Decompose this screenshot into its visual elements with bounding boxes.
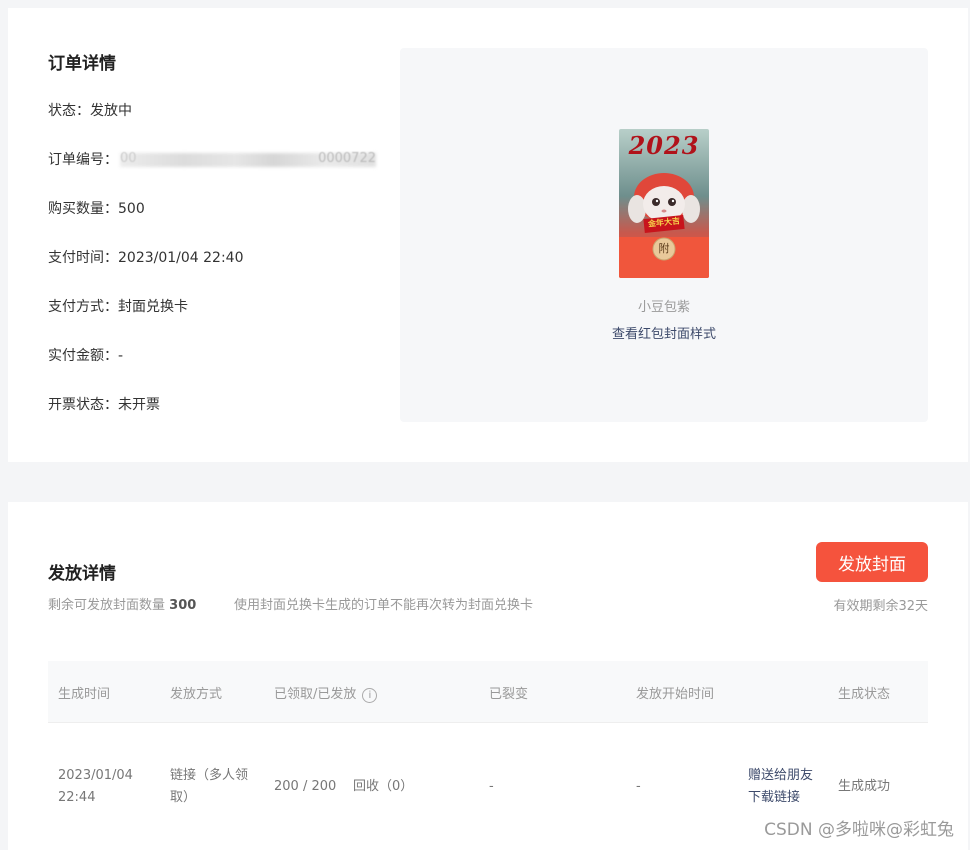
pay-method-row: 支付方式：封面兑换卡	[48, 296, 188, 316]
pay-time-label: 支付时间：	[48, 250, 118, 266]
column-received: 已领取/已发放 i	[274, 683, 378, 703]
invoice-label: 开票状态：	[48, 397, 118, 413]
dispatch-details-card: 发放详情 发放封面 剩余可发放封面数量 300 使用封面兑换卡生成的订单不能再次…	[8, 502, 968, 850]
order-number-label: 订单编号：	[48, 152, 118, 168]
column-fissioned: 已裂变	[489, 687, 529, 702]
column-start-time: 发放开始时间	[636, 687, 715, 702]
gift-to-friend-link[interactable]: 赠送给朋友	[748, 765, 813, 787]
pay-method-value: 封面兑换卡	[118, 299, 188, 315]
remaining-count-line: 剩余可发放封面数量 300	[48, 594, 196, 613]
cover-preview-panel: 2023 金年大吉 附 小豆包紫 查看红包封面样式	[400, 48, 928, 422]
quantity-value: 500	[118, 201, 145, 217]
row-status: 生成成功	[838, 779, 891, 794]
info-icon[interactable]: i	[362, 688, 378, 703]
invoice-value: 未开票	[118, 397, 160, 413]
remaining-count-value: 300	[169, 598, 197, 613]
pay-time-value: 2023/01/04 22:40	[118, 250, 244, 266]
dispatch-details-title: 发放详情	[48, 564, 116, 584]
column-received-label: 已领取/已发放	[274, 687, 357, 702]
order-status-value: 发放中	[90, 103, 132, 119]
cover-badge-text: 附	[658, 242, 670, 255]
conversion-notice: 使用封面兑换卡生成的订单不能再次转为封面兑换卡	[234, 598, 534, 613]
amount-row: 实付金额：-	[48, 345, 123, 365]
row-created-time: 22:44	[58, 790, 96, 805]
row-method-line2: 取）	[170, 790, 197, 805]
row-method: 链接（多人领 取）	[170, 765, 248, 809]
dispatch-cover-button[interactable]: 发放封面	[816, 542, 928, 582]
row-created-date: 2023/01/04	[58, 768, 133, 783]
row-start-time: -	[636, 779, 641, 794]
csdn-watermark: CSDN @多啦咪@彩虹兔	[764, 820, 954, 840]
quantity-label: 购买数量：	[48, 201, 118, 217]
pay-time-row: 支付时间：2023/01/04 22:40	[48, 247, 244, 267]
invoice-row: 开票状态：未开票	[48, 394, 160, 414]
order-number-prefix: 00	[120, 151, 137, 166]
order-status-row: 状态：发放中	[48, 100, 132, 120]
amount-label: 实付金额：	[48, 348, 118, 364]
column-method: 发放方式	[170, 687, 223, 702]
download-link[interactable]: 下载链接	[748, 787, 800, 809]
cover-year-text: 2023	[628, 131, 700, 160]
red-envelope-cover-image[interactable]: 2023 金年大吉 附	[619, 129, 709, 278]
validity-remaining: 有效期剩余32天	[833, 599, 928, 614]
row-created-at: 2023/01/04 22:44	[58, 765, 133, 809]
dispatch-table-header: 生成时间 发放方式 已领取/已发放 i 已裂变 发放开始时间 生成状态	[48, 661, 928, 723]
order-number-redacted: 00 0000722	[118, 151, 376, 169]
row-fissioned: -	[489, 779, 494, 794]
recall-link[interactable]: 回收（0）	[353, 776, 413, 798]
cover-name: 小豆包紫	[637, 300, 690, 315]
order-number-suffix: 0000722	[318, 151, 376, 166]
order-status-label: 状态：	[48, 103, 90, 119]
quantity-row: 购买数量：500	[48, 198, 145, 218]
row-method-line1: 链接（多人领	[170, 768, 249, 783]
row-received: 200 / 200	[274, 779, 337, 794]
view-cover-style-link[interactable]: 查看红包封面样式	[400, 323, 928, 342]
order-number-row: 订单编号： 00 0000722	[48, 149, 376, 169]
amount-value: -	[118, 348, 124, 364]
column-created-at: 生成时间	[58, 687, 111, 702]
pay-method-label: 支付方式：	[48, 299, 118, 315]
order-details-title: 订单详情	[48, 54, 116, 74]
order-details-card: 订单详情 状态：发放中 订单编号： 00 0000722 购买数量：500 支付…	[8, 8, 968, 462]
column-status: 生成状态	[838, 687, 891, 702]
remaining-count-label: 剩余可发放封面数量	[48, 598, 166, 613]
